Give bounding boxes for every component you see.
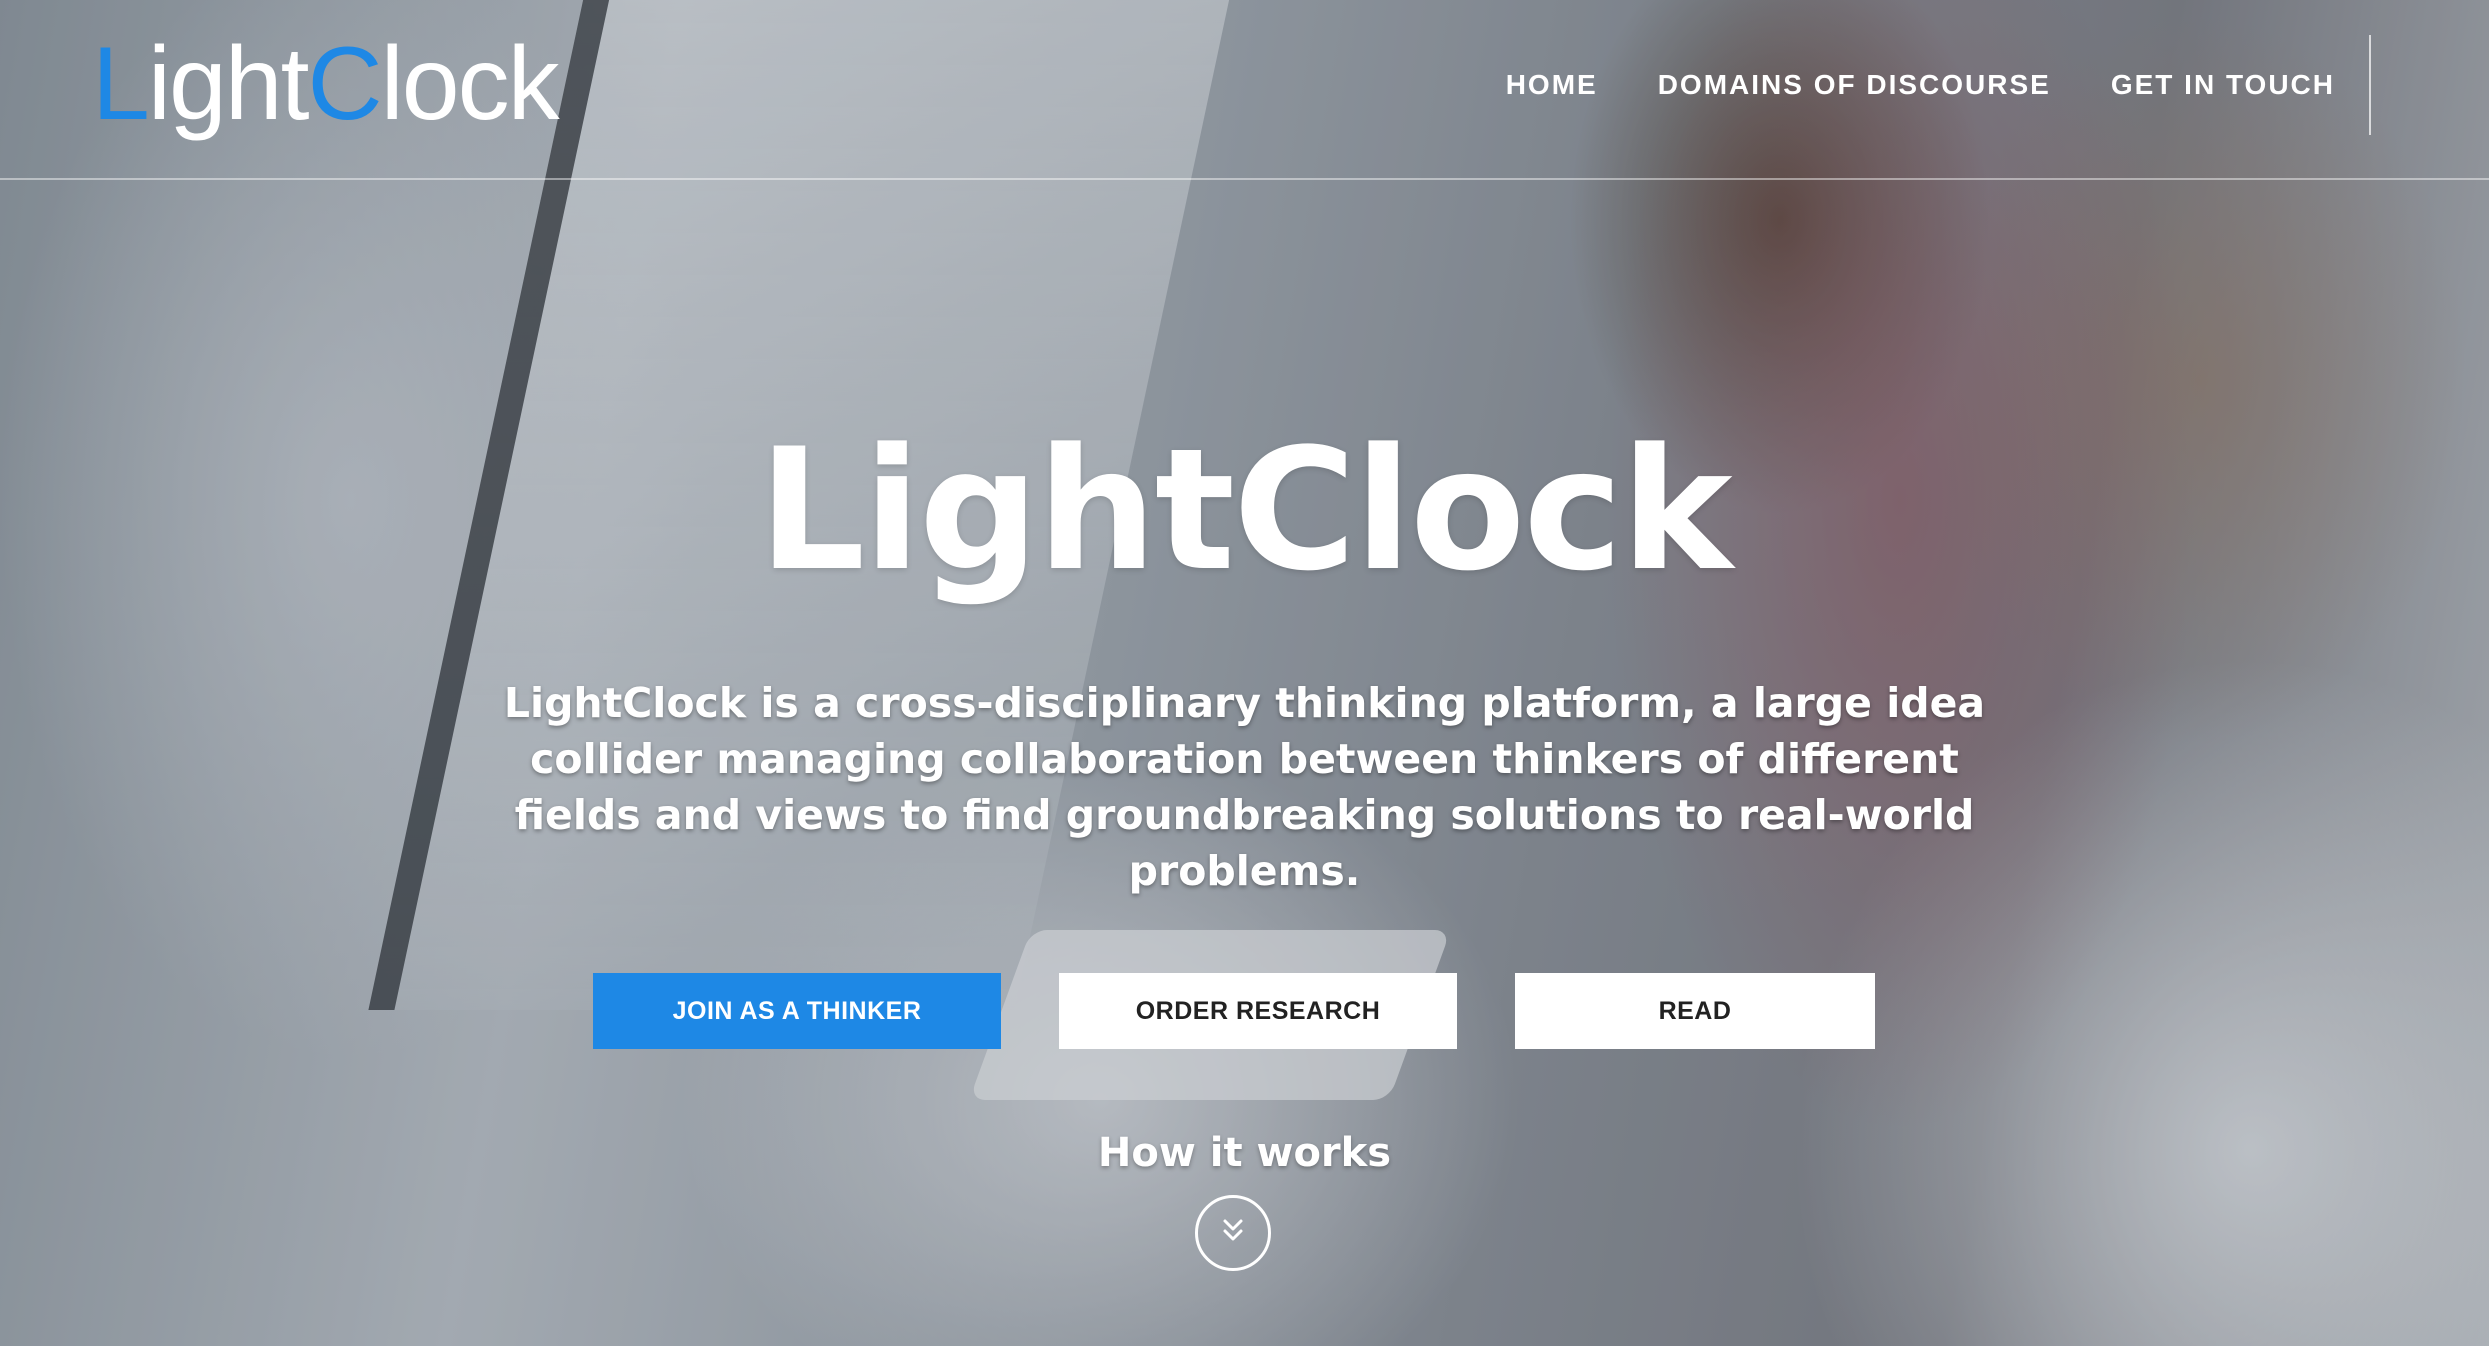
logo-letter-l: L (92, 26, 150, 142)
double-chevron-down-icon (1217, 1215, 1249, 1252)
nav-divider (2369, 35, 2371, 135)
nav-item-home[interactable]: HOME (1506, 69, 1598, 101)
read-button[interactable]: READ (1515, 973, 1875, 1049)
nav-item-get-in-touch[interactable]: GET IN TOUCH (2111, 69, 2335, 101)
how-it-works-label: How it works (1097, 1130, 1392, 1176)
site-header: LightClock HOME DOMAINS OF DISCOURSE GET… (0, 0, 2489, 180)
logo-text-ight: ight (147, 26, 310, 142)
logo-letter-c: C (307, 26, 383, 142)
main-nav: HOME DOMAINS OF DISCOURSE GET IN TOUCH (1446, 35, 2371, 135)
scroll-down-button[interactable] (1195, 1195, 1271, 1271)
site-logo[interactable]: LightClock (92, 24, 560, 144)
order-research-button[interactable]: ORDER RESEARCH (1059, 973, 1457, 1049)
nav-item-domains-of-discourse[interactable]: DOMAINS OF DISCOURSE (1658, 69, 2051, 101)
logo-text-lock: lock (380, 26, 560, 142)
hero-title: LightClock (758, 412, 1732, 608)
hero-section: LightClock HOME DOMAINS OF DISCOURSE GET… (0, 0, 2489, 1346)
join-as-thinker-button[interactable]: JOIN AS A THINKER (593, 973, 1001, 1049)
hero-description: LightClock is a cross-disciplinary think… (503, 679, 1986, 895)
